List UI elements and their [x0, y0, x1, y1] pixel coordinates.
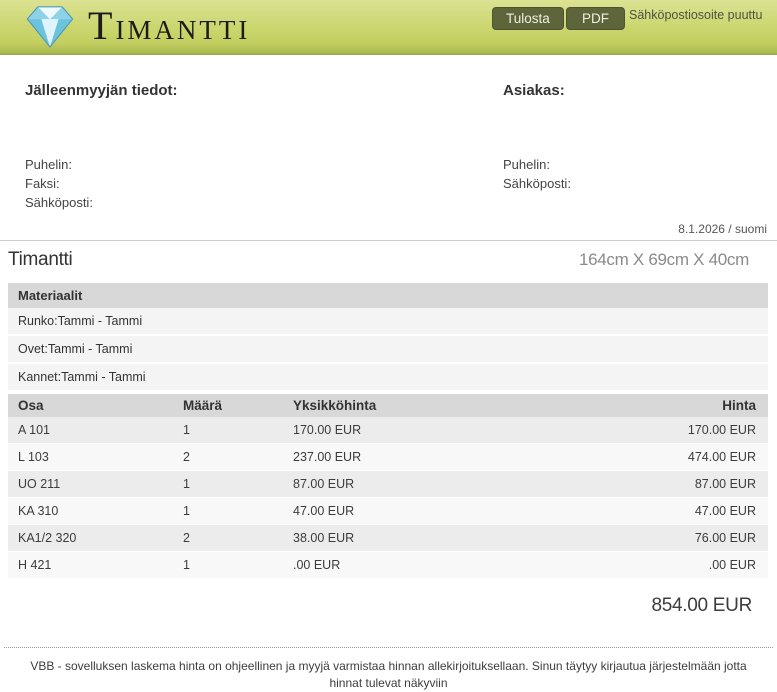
part-hinta: .00 EUR — [563, 551, 768, 579]
part-maara: 2 — [173, 524, 283, 552]
table-row: KA 310 1 47.00 EUR 47.00 EUR — [8, 497, 768, 525]
part-hinta: 87.00 EUR — [563, 470, 768, 498]
parts-table-header-row: Osa Määrä Yksikköhinta Hinta — [8, 394, 768, 417]
product-dimensions: 164cm X 69cm X 40cm — [578, 250, 749, 269]
reseller-fax-label: Faksi: — [25, 176, 60, 191]
col-header-maara: Määrä — [173, 394, 283, 417]
page-header: Timantti Tulosta PDF Sähköpostiosoite pu… — [0, 0, 777, 55]
logo-text: Timantti — [88, 3, 251, 48]
product-name: Timantti — [8, 249, 73, 270]
part-osa: KA1/2 320 — [8, 524, 173, 552]
col-header-yksikkohinta: Yksikköhinta — [283, 394, 563, 417]
customer-title: Asiakas: — [503, 82, 565, 99]
part-yksikkohinta: 237.00 EUR — [283, 443, 563, 471]
customer-section: Asiakas: Puhelin: Sähköposti: — [503, 82, 777, 212]
part-osa: A 101 — [8, 417, 173, 444]
part-osa: KA 310 — [8, 497, 173, 525]
contact-info-section: Jälleenmyyjän tiedot: Puhelin: Faksi: Sä… — [0, 55, 777, 212]
part-osa: L 103 — [8, 443, 173, 471]
product-row: Timantti 164cm X 69cm X 40cm — [0, 241, 777, 280]
part-hinta: 170.00 EUR — [563, 417, 768, 444]
material-row-ovet: Ovet:Tammi - Tammi — [8, 336, 768, 364]
part-maara: 2 — [173, 443, 283, 471]
footer-note: VBB - sovelluksen laskema hinta on ohjee… — [4, 647, 773, 692]
part-osa: UO 211 — [8, 470, 173, 498]
reseller-email-label: Sähköposti: — [25, 195, 93, 210]
part-hinta: 474.00 EUR — [563, 443, 768, 471]
parts-table: Osa Määrä Yksikköhinta Hinta A 101 1 170… — [8, 394, 768, 579]
total-price: 854.00 EUR — [651, 595, 752, 616]
part-yksikkohinta: 38.00 EUR — [283, 524, 563, 552]
part-osa: H 421 — [8, 551, 173, 579]
reseller-title: Jälleenmyyjän tiedot: — [25, 82, 178, 99]
pdf-button[interactable]: PDF — [566, 7, 625, 30]
table-row: H 421 1 .00 EUR .00 EUR — [8, 551, 768, 579]
material-row-runko: Runko:Tammi - Tammi — [8, 308, 768, 336]
print-button[interactable]: Tulosta — [492, 7, 564, 30]
table-row: L 103 2 237.00 EUR 474.00 EUR — [8, 443, 768, 471]
customer-phone-label: Puhelin: — [503, 157, 550, 172]
part-yksikkohinta: 47.00 EUR — [283, 497, 563, 525]
part-yksikkohinta: 170.00 EUR — [283, 417, 563, 444]
part-yksikkohinta: 87.00 EUR — [283, 470, 563, 498]
reseller-section: Jälleenmyyjän tiedot: Puhelin: Faksi: Sä… — [0, 82, 503, 212]
email-missing-note: Sähköpostiosoite puuttu — [629, 8, 763, 22]
part-maara: 1 — [173, 497, 283, 525]
material-row-kannet: Kannet:Tammi - Tammi — [8, 364, 768, 392]
reseller-phone-label: Puhelin: — [25, 157, 72, 172]
part-hinta: 47.00 EUR — [563, 497, 768, 525]
part-maara: 1 — [173, 551, 283, 579]
table-row: UO 211 1 87.00 EUR 87.00 EUR — [8, 470, 768, 498]
part-yksikkohinta: .00 EUR — [283, 551, 563, 579]
table-row: A 101 1 170.00 EUR 170.00 EUR — [8, 417, 768, 444]
date-locale: 8.1.2026 / suomi — [678, 222, 767, 236]
customer-email-label: Sähköposti: — [503, 176, 571, 191]
col-header-hinta: Hinta — [563, 394, 768, 417]
table-row: KA1/2 320 2 38.00 EUR 76.00 EUR — [8, 524, 768, 552]
col-header-osa: Osa — [8, 394, 173, 417]
diamond-logo-icon — [24, 3, 76, 54]
part-hinta: 76.00 EUR — [563, 524, 768, 552]
part-maara: 1 — [173, 470, 283, 498]
materials-header: Materiaalit — [8, 283, 768, 308]
part-maara: 1 — [173, 417, 283, 444]
